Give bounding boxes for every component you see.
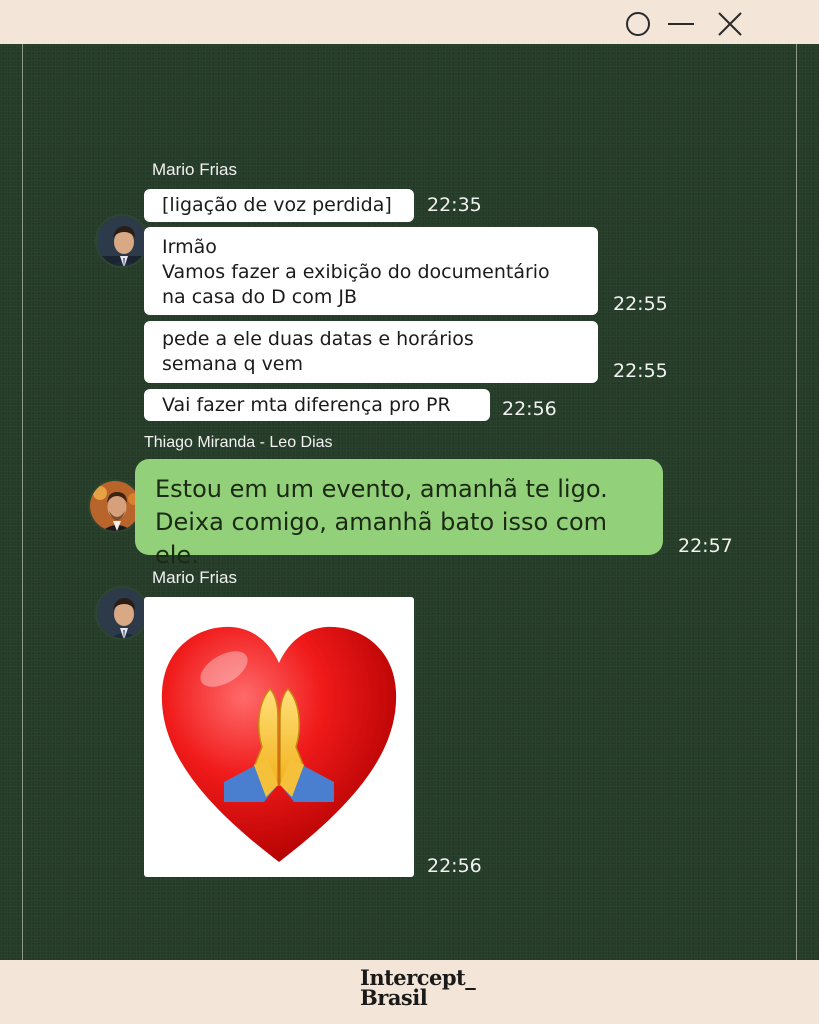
message-time: 22:35 (427, 194, 482, 216)
frame-line-left (22, 44, 23, 960)
message-bubble[interactable]: pede a ele duas datas e horários semana … (144, 321, 598, 383)
sticker-message[interactable] (144, 597, 414, 877)
message-bubble[interactable]: [ligação de voz perdida] (144, 189, 414, 222)
sender-name: Mario Frias (152, 568, 238, 587)
frame-line-right (796, 44, 797, 960)
close-icon[interactable] (716, 10, 744, 38)
message-time: 22:57 (678, 535, 733, 557)
message-time: 22:55 (613, 360, 668, 382)
message-bubble-sent[interactable]: Estou em um evento, amanhã te ligo. Deix… (135, 459, 663, 569)
message-time: 22:56 (502, 398, 557, 420)
heart-praying-hands-sticker (161, 626, 397, 862)
message-bubble[interactable]: Irmão Vamos fazer a exibição do document… (144, 227, 598, 315)
message-time: 22:56 (427, 855, 482, 877)
avatar-mario-frias[interactable] (95, 214, 149, 268)
sender-name: Mario Frias (152, 160, 238, 179)
message-time: 22:55 (613, 293, 668, 315)
avatar-mario-frias[interactable] (95, 586, 149, 640)
logo-line-2: Brasil (360, 985, 428, 1010)
minimize-icon[interactable] (666, 10, 694, 38)
window-titlebar (0, 0, 819, 44)
intercept-brasil-logo[interactable]: Intercept_ Brasil (360, 967, 476, 1010)
circle-icon[interactable] (624, 10, 652, 38)
sender-name: Thiago Miranda - Leo Dias (144, 434, 333, 451)
avatar-thiago-miranda[interactable] (88, 479, 142, 533)
message-bubble[interactable]: Vai fazer mta diferença pro PR (144, 389, 490, 421)
